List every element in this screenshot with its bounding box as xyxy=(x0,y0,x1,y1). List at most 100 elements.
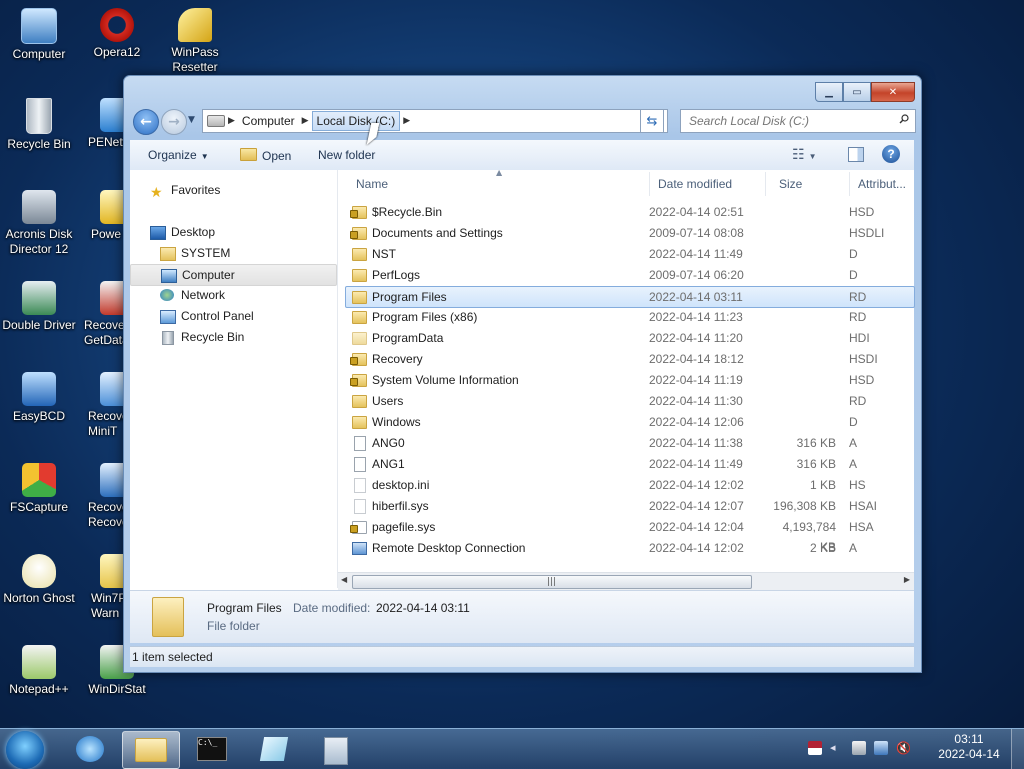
recent-pages-dropdown[interactable]: ▼ xyxy=(188,115,195,125)
locked-file-icon xyxy=(350,521,367,534)
column-divider[interactable] xyxy=(765,172,766,196)
file-row[interactable]: Remote Desktop Connection 2022-04-14 12:0… xyxy=(346,538,914,558)
file-row-selected[interactable]: Program Files 2022-04-14 03:11 RD xyxy=(345,286,915,308)
desktop-icon-recycle-bin[interactable]: Recycle Bin xyxy=(0,98,78,152)
us-flag-icon[interactable] xyxy=(808,741,822,755)
desktop-icon-winpass[interactable]: WinPass Resetter xyxy=(156,8,234,75)
start-button[interactable] xyxy=(6,731,44,769)
maximize-button[interactable]: ▭ xyxy=(843,82,871,102)
nav-item-desktop[interactable]: Desktop xyxy=(130,222,335,242)
nav-item-network[interactable]: Network xyxy=(130,285,335,305)
breadcrumb-chevron-icon[interactable]: ▶ xyxy=(299,116,312,126)
help-button[interactable]: ? xyxy=(882,145,900,163)
file-name: Program Files xyxy=(372,290,447,304)
column-divider[interactable] xyxy=(849,172,850,196)
forward-button[interactable]: → xyxy=(161,109,187,135)
close-button[interactable]: ✕ xyxy=(871,82,915,102)
nav-item-control-panel[interactable]: Control Panel xyxy=(130,306,335,326)
status-bar: 1 item selected xyxy=(130,646,914,667)
breadcrumb-chevron-icon[interactable]: ▶ xyxy=(400,116,413,126)
breadcrumb-local-disk[interactable]: Local Disk (C:) xyxy=(311,111,401,131)
file-name: NST xyxy=(372,247,396,261)
scroll-right-icon[interactable]: ▶ xyxy=(904,575,910,584)
taskbar-notes-button[interactable] xyxy=(246,731,302,767)
hidden-folder-icon xyxy=(352,332,367,345)
notepad-icon xyxy=(259,737,289,761)
desktop-icon-easybcd[interactable]: EasyBCD xyxy=(0,372,78,424)
taskbar-explorer-button[interactable] xyxy=(122,731,180,769)
search-input[interactable] xyxy=(687,110,891,132)
nav-item-system[interactable]: SYSTEM xyxy=(130,243,335,263)
column-header-date[interactable]: Date modified xyxy=(658,174,732,194)
taskbar-cmd-button[interactable]: C:\_ xyxy=(184,731,240,767)
breadcrumb-chevron-icon[interactable]: ▶ xyxy=(225,116,238,126)
folder-icon xyxy=(240,148,257,161)
desktop-icon-opera[interactable]: Opera12 xyxy=(78,8,156,60)
volume-muted-icon[interactable]: 🔇 xyxy=(896,741,911,755)
file-row[interactable]: Documents and Settings 2009-07-14 08:08 HS… xyxy=(346,223,914,243)
search-box[interactable] xyxy=(680,109,916,133)
file-name: pagefile.sys xyxy=(372,520,436,534)
minimize-button[interactable]: ▁ xyxy=(815,82,843,102)
file-row[interactable]: NST 2022-04-14 11:49 D xyxy=(346,244,914,264)
file-row[interactable]: PerfLogs 2009-07-14 06:20 D xyxy=(346,265,914,285)
view-options-button[interactable]: ☷ ▼ xyxy=(792,146,816,163)
file-row[interactable]: Users 2022-04-14 11:30 RD xyxy=(346,391,914,411)
caption-buttons: ▁ ▭ ✕ xyxy=(815,82,915,102)
desktop-icon-double-driver[interactable]: Double Driver xyxy=(0,281,78,333)
file-attributes: HSA xyxy=(849,520,874,534)
file-attributes: HSD xyxy=(849,205,875,219)
file-row[interactable]: ANG1 2022-04-14 11:49 316 KB A xyxy=(346,454,914,474)
settings-file-icon xyxy=(354,478,366,493)
file-row[interactable]: System Volume Information 2022-04-14 11:1… xyxy=(346,370,914,390)
nav-item-favorites[interactable]: ★ Favorites xyxy=(130,180,335,200)
taskbar-calculator-button[interactable] xyxy=(308,731,364,767)
file-row[interactable]: Program Files (x86) 2022-04-14 11:23 RD xyxy=(346,307,914,327)
nav-label: SYSTEM xyxy=(181,246,231,260)
desktop-icon-norton-ghost[interactable]: Norton Ghost xyxy=(0,554,78,606)
file-row[interactable]: ANG0 2022-04-14 11:38 316 KB A xyxy=(346,433,914,453)
file-name: PerfLogs xyxy=(372,268,421,282)
new-folder-button[interactable]: New folder xyxy=(318,148,375,162)
explorer-body: ★ Favorites Desktop SYSTEM Computer Netw… xyxy=(130,168,915,643)
organize-button[interactable]: Organize ▼ xyxy=(148,148,209,162)
scrollbar-thumb[interactable]: ||| xyxy=(352,575,752,589)
tray-app-icon[interactable] xyxy=(852,741,866,755)
file-row[interactable]: ProgramData 2022-04-14 11:20 HDI xyxy=(346,328,914,348)
file-attributes: HDI xyxy=(849,331,870,345)
file-row[interactable]: $Recycle.Bin 2022-04-14 02:51 HSD xyxy=(346,202,914,222)
file-row[interactable]: Recovery 2022-04-14 18:12 HSDI xyxy=(346,349,914,369)
column-divider[interactable] xyxy=(649,172,650,196)
nav-item-computer[interactable]: Computer xyxy=(130,264,337,286)
desktop-icon-notepadpp[interactable]: Notepad++ xyxy=(0,645,78,697)
refresh-button[interactable]: ⇆ xyxy=(640,109,664,133)
taskbar-ie-button[interactable] xyxy=(62,731,118,767)
desktop-icon-computer[interactable]: Computer xyxy=(0,8,78,62)
back-button[interactable]: ← xyxy=(133,109,159,135)
show-desktop-button[interactable] xyxy=(1011,729,1024,769)
locked-folder-icon xyxy=(350,374,367,387)
address-bar[interactable]: ▶ Computer ▶ Local Disk (C:) ▶ ▼ xyxy=(202,109,668,133)
horizontal-scrollbar[interactable]: ◀ ||| ▶ xyxy=(338,572,914,590)
preview-pane-button[interactable] xyxy=(848,147,864,162)
file-row[interactable]: hiberfil.sys 2022-04-14 12:07 196,308 KB HS… xyxy=(346,496,914,516)
scroll-left-icon[interactable]: ◀ xyxy=(341,575,347,584)
file-date: 2009-07-14 06:20 xyxy=(649,268,744,282)
desktop-icon-label: EasyBCD xyxy=(12,409,65,423)
column-header-name[interactable]: Name xyxy=(356,174,388,194)
calculator-icon xyxy=(324,737,348,765)
open-button[interactable]: Open xyxy=(240,148,291,163)
details-name: Program Files xyxy=(207,601,282,615)
network-status-icon[interactable] xyxy=(874,741,888,755)
clock[interactable]: 03:11 2022-04-14 xyxy=(936,732,1002,762)
file-row[interactable]: Windows 2022-04-14 12:06 D xyxy=(346,412,914,432)
file-row[interactable]: desktop.ini 2022-04-14 12:02 1 KB HS xyxy=(346,475,914,495)
column-header-size[interactable]: Size xyxy=(779,174,802,194)
hidden-icons-arrow-icon[interactable]: ◂ xyxy=(830,741,844,755)
breadcrumb-computer[interactable]: Computer xyxy=(238,111,299,131)
column-header-attributes[interactable]: Attribut... xyxy=(858,174,906,194)
desktop-icon-acronis[interactable]: Acronis Disk Director 12 xyxy=(0,190,78,257)
file-row[interactable]: pagefile.sys 2022-04-14 12:04 4,193,784 KB… xyxy=(346,517,914,554)
desktop-icon-fscapture[interactable]: FSCapture xyxy=(0,463,78,515)
nav-item-recycle-bin[interactable]: Recycle Bin xyxy=(130,327,335,347)
